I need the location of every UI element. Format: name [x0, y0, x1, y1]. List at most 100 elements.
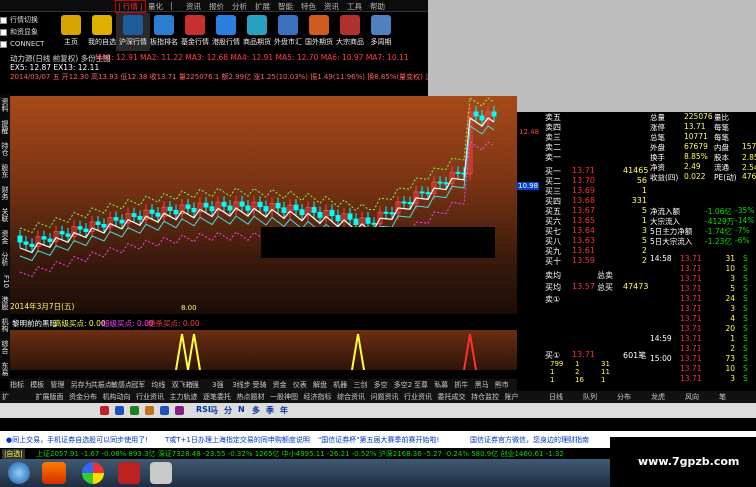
indicator-tab[interactable]: 抓牛 — [454, 380, 468, 390]
toolbar-button[interactable]: 板指排名 — [147, 13, 181, 51]
app-icon[interactable] — [118, 462, 140, 484]
toolbar-button[interactable]: 外盘市汇 — [271, 13, 305, 51]
option-news[interactable]: 和资显象 — [0, 26, 54, 38]
menu-item[interactable]: | 行情 | — [115, 0, 146, 13]
period-button[interactable]: 季 — [266, 405, 274, 416]
app-icon[interactable] — [150, 462, 172, 484]
period-button[interactable]: 年 — [280, 405, 288, 416]
indicator-tab[interactable]: 黑马 — [475, 380, 489, 390]
tool-icon[interactable] — [160, 406, 169, 415]
period-button[interactable]: 分 — [224, 405, 232, 416]
start-icon[interactable] — [8, 462, 30, 484]
app-icon[interactable] — [42, 462, 66, 484]
indicator-tab[interactable]: 至尊 — [414, 380, 428, 390]
period-button[interactable]: 马 — [210, 405, 218, 416]
toolbar-button[interactable]: 港股行情 — [209, 13, 243, 51]
toolbar-button[interactable]: 基金行情 — [178, 13, 212, 51]
news-item[interactable]: T或T+1日办理上海指定交易的同申购额度说明 — [165, 435, 310, 445]
extension-tab[interactable]: 热点题材 — [237, 392, 265, 402]
left-tab[interactable]: 机构 — [0, 314, 10, 336]
option-quote-switch[interactable]: 行情切换 — [0, 14, 54, 26]
news-item[interactable]: ●同上交易，手机证券自选股可以同步使用了! — [6, 435, 148, 445]
extension-tab[interactable]: 资金分布 — [69, 392, 97, 402]
left-tab[interactable]: 提醒 — [0, 116, 10, 138]
toolbar-button[interactable]: 我的自选 — [85, 13, 119, 51]
menu-item[interactable]: 报价 — [209, 1, 224, 12]
kline-chart[interactable]: 2014年3月7日(五) 8.00 — [10, 96, 517, 314]
indicator-chart[interactable] — [10, 330, 517, 370]
toolbar-button[interactable]: 国外期货 — [302, 13, 336, 51]
extension-tab[interactable]: 主力轨迹 — [170, 392, 198, 402]
left-tab[interactable]: 分析 — [0, 248, 10, 270]
indicator-tab[interactable]: 指标 — [10, 380, 24, 390]
checkbox-icon[interactable] — [0, 16, 7, 24]
indicator-tab[interactable]: 资金 — [273, 380, 287, 390]
menu-item[interactable]: 智能 — [278, 1, 293, 12]
extension-tab[interactable]: 委托成交 — [438, 392, 466, 402]
left-tab[interactable]: 东易 — [0, 358, 10, 380]
right-tab[interactable]: 日线 — [549, 392, 563, 402]
extension-tab[interactable]: 逐笔委托 — [203, 392, 231, 402]
extension-tab[interactable]: 问题资讯 — [371, 392, 399, 402]
left-tab[interactable]: 关联 — [0, 204, 10, 226]
right-tab[interactable]: 笔 — [719, 392, 726, 402]
menu-item[interactable]: 量化 — [148, 1, 163, 12]
extension-tab[interactable]: 扩展版面 — [36, 392, 64, 402]
indicator-tab[interactable]: 仪表 — [293, 380, 307, 390]
menu-item[interactable]: 工具 — [347, 1, 362, 12]
tool-icon[interactable] — [175, 406, 184, 415]
checkbox-icon[interactable] — [0, 28, 7, 36]
indicator-tab[interactable]: 多空2 — [394, 380, 412, 390]
period-button[interactable]: 多 — [252, 405, 260, 416]
menu-item[interactable]: | — [170, 1, 173, 10]
left-tab[interactable]: 持仓 — [0, 138, 10, 160]
indicator-tab[interactable]: 模板 — [30, 380, 44, 390]
toolbar-button[interactable]: 多周期 — [364, 13, 398, 51]
period-button[interactable]: N — [238, 405, 245, 414]
indicator-tab[interactable]: 三剑 — [353, 380, 367, 390]
indicator-tab[interactable]: 熊市 — [495, 380, 509, 390]
indicator-tab[interactable]: 均线 — [151, 380, 165, 390]
indicator-tab[interactable]: 冠军 — [131, 380, 145, 390]
indicator-tab[interactable]: 强 — [192, 380, 199, 390]
right-tab[interactable]: 队列 — [583, 392, 597, 402]
extension-tab[interactable]: 机构动向 — [103, 392, 131, 402]
menu-item[interactable]: 扩展 — [255, 1, 270, 12]
tool-icon[interactable] — [100, 406, 109, 415]
indicator-tab[interactable]: 多空 — [374, 380, 388, 390]
menu-item[interactable]: 特色 — [301, 1, 316, 12]
checkbox-icon[interactable] — [0, 40, 7, 48]
indicator-tab[interactable]: 另存为 — [71, 380, 92, 390]
option-connect[interactable]: CONNECT — [0, 38, 54, 50]
tool-icon[interactable] — [130, 406, 139, 415]
left-tab[interactable]: 股东 — [0, 160, 10, 182]
menu-item[interactable]: 帮助 — [370, 1, 385, 12]
extension-tab[interactable]: 一股神图 — [270, 392, 298, 402]
extension-tab[interactable]: 经济指标 — [304, 392, 332, 402]
toolbar-button[interactable]: 商品期货 — [240, 13, 274, 51]
extension-tab[interactable]: 行业资讯 — [136, 392, 164, 402]
toolbar-button[interactable]: 沪深行情 — [116, 13, 150, 51]
extension-tab[interactable]: 账户 — [505, 392, 519, 402]
menu-item[interactable]: 分析 — [232, 1, 247, 12]
left-tab[interactable]: 资金 — [0, 226, 10, 248]
left-tab[interactable]: 资料 — [0, 94, 10, 116]
left-tab[interactable]: 综合 — [0, 336, 10, 358]
news-item[interactable]: "国信证券杯"第五届大赛季前赛开始啦! — [318, 435, 439, 445]
indicator-tab[interactable]: 管理 — [50, 380, 64, 390]
indicator-tab[interactable]: 共振点 — [91, 380, 112, 390]
indicator-tab[interactable]: 3强 — [212, 380, 223, 390]
indicator-tab[interactable]: 解盘 — [313, 380, 327, 390]
browser-icon[interactable] — [82, 462, 104, 484]
indicator-tab[interactable]: 敏感点 — [111, 380, 132, 390]
news-item[interactable]: 国信证券官方微信，您身边的理财指南 — [470, 435, 589, 445]
left-tab[interactable]: 财务 — [0, 182, 10, 204]
extension-tab[interactable]: 综合资讯 — [337, 392, 365, 402]
left-tab[interactable]: F10 — [0, 270, 10, 292]
menu-item[interactable]: 资讯 — [324, 1, 339, 12]
extension-tab[interactable]: 行业资讯 — [404, 392, 432, 402]
indicator-tab[interactable]: 双飞箱 — [172, 380, 193, 390]
tool-icon[interactable] — [145, 406, 154, 415]
toolbar-button[interactable]: 主页 — [54, 13, 88, 51]
left-tab[interactable]: 港股 — [0, 292, 10, 314]
